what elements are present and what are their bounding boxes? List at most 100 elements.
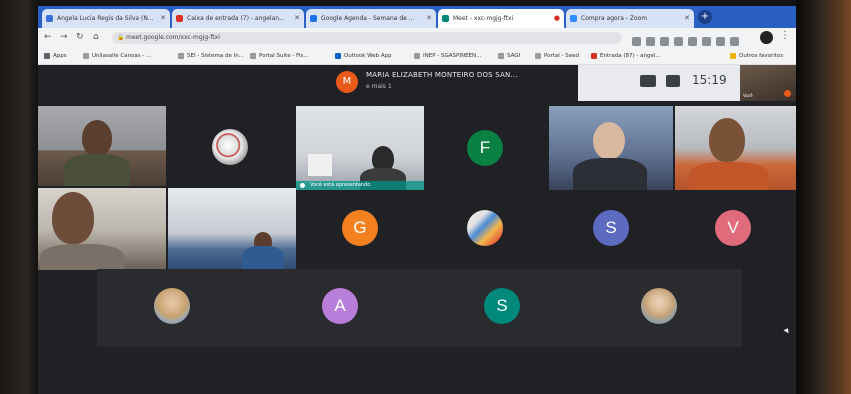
close-icon[interactable]: ✕ [294, 9, 300, 28]
apps-icon [44, 52, 50, 59]
bookmark-item[interactable]: INEP - SGASPINEEN... [414, 51, 481, 61]
close-icon[interactable]: ✕ [426, 9, 432, 28]
participant-video-tile[interactable] [38, 188, 166, 270]
participant-video-tile[interactable] [168, 188, 296, 270]
bookmark-item[interactable]: Outlook Web App [335, 51, 392, 61]
notification-badge [784, 90, 791, 97]
tab-gmail[interactable]: Caixa de entrada (7) - angelan... ✕ [172, 9, 304, 28]
bookmarks-bar: Apps Unilasalle Canoas - ... SEI - Siste… [38, 48, 796, 65]
participant-photo-avatar [467, 210, 503, 246]
tab-zoom[interactable]: Compra agora - Zoom ✕ [566, 9, 694, 28]
close-icon[interactable]: ✕ [684, 9, 690, 28]
new-tab-button[interactable]: + [698, 10, 712, 24]
tab-meet[interactable]: Meet ‑ xxc‑mgjg‑ftxi ● [438, 9, 564, 28]
meet-call-area: M MARIA ELIZABETH MONTEIRO DOS SAN... e … [38, 65, 796, 394]
address-bar[interactable]: 🔒 meet.google.com/xxc-mgjg-ftxi [112, 32, 622, 44]
participant-video-tile[interactable]: Você está apresentando [296, 106, 424, 190]
participant-avatar: S [484, 288, 520, 324]
bookmark-item[interactable]: Unilasalle Canoas - ... [83, 51, 151, 61]
reload-icon[interactable]: ↻ [76, 32, 84, 42]
participant-avatar: S [593, 210, 629, 246]
bookmark-icon [498, 52, 504, 59]
meeting-clock: 15:19 [692, 73, 727, 87]
monitor-bezel-left [0, 0, 38, 394]
monitor-bezel-right [796, 0, 851, 394]
participant-avatar: G [342, 210, 378, 246]
outlook-icon [335, 52, 341, 59]
address-bar-url: meet.google.com/xxc-mgjg-ftxi [126, 34, 220, 41]
bookmark-item[interactable]: Entrada (87) - angel... [591, 51, 661, 61]
bookmark-icon [178, 52, 184, 59]
star-icon[interactable] [646, 37, 655, 46]
camera-icon[interactable] [632, 37, 641, 46]
meet-favicon-icon [442, 15, 449, 22]
participant-face [709, 118, 745, 162]
tab-profile[interactable]: Angela Lucia Regis da Silva (N... ✕ [42, 9, 170, 28]
bookmark-folder[interactable]: Outros favoritos [730, 51, 783, 61]
participant-body [64, 154, 130, 186]
presenter-avatar: M [336, 71, 358, 93]
participant-video-tile[interactable] [38, 106, 166, 186]
participant-photo-avatar [212, 129, 248, 165]
extension-icon[interactable] [702, 37, 711, 46]
participant-body [573, 158, 647, 190]
gmail-icon [591, 52, 597, 59]
tab-calendar[interactable]: Google Agenda - Semana de ... ✕ [306, 9, 436, 28]
calendar-favicon-icon [310, 15, 317, 22]
participant-face [52, 192, 94, 244]
bookmark-item[interactable]: SAGI [498, 51, 520, 61]
back-icon[interactable]: ← [44, 32, 52, 42]
bookmark-item[interactable]: SEI - Sistema de In... [178, 51, 244, 61]
participant-avatar: F [467, 130, 503, 166]
self-view-label: Você [743, 93, 753, 98]
forward-icon[interactable]: → [60, 32, 68, 42]
more-menu-icon[interactable]: ⋮ [780, 30, 790, 41]
bookmark-icon [535, 52, 541, 59]
recording-dot-icon: ● [553, 14, 560, 22]
puzzle-icon[interactable] [730, 37, 739, 46]
bookmark-icon [83, 52, 89, 59]
participant-photo-avatar [641, 288, 677, 324]
self-view: Você [740, 65, 796, 101]
browser-toolbar: ← → ↻ ⌂ 🔒 meet.google.com/xxc-mgjg-ftxi … [38, 28, 796, 48]
home-icon[interactable]: ⌂ [93, 32, 99, 42]
browser-tab-strip: Angela Lucia Regis da Silva (N... ✕ Caixa… [38, 6, 796, 28]
bookmark-icon [414, 52, 420, 59]
chat-icon[interactable] [666, 75, 680, 87]
tab-label: Caixa de entrada (7) - angelan... [187, 15, 285, 22]
participant-video-tile[interactable] [549, 106, 673, 190]
monitor-screen: Angela Lucia Regis da Silva (N... ✕ Caixa… [38, 6, 796, 394]
bookmark-apps[interactable]: Apps [44, 51, 67, 61]
participant-face [593, 122, 625, 160]
extension-icon[interactable] [674, 37, 683, 46]
gmail-favicon-icon [176, 15, 183, 22]
participant-avatar: V [715, 210, 751, 246]
participant-body [689, 162, 769, 190]
bookmark-item[interactable]: Portal - Seed [535, 51, 579, 61]
mic-icon [300, 183, 305, 188]
meet-top-controls: 15:19 Você [578, 65, 796, 101]
tab-label: Angela Lucia Regis da Silva (N... [57, 15, 154, 22]
close-icon[interactable]: ✕ [160, 9, 166, 28]
bookmark-item[interactable]: Portal Suite - Fis... [250, 51, 308, 61]
participant-name-tag: Você está apresentando [296, 181, 424, 190]
participant-photo-avatar [154, 288, 190, 324]
participant-avatar: A [322, 288, 358, 324]
extension-icon[interactable] [716, 37, 725, 46]
tab-label: Meet ‑ xxc‑mgjg‑ftxi [453, 15, 514, 22]
participant-body [242, 246, 284, 270]
bookmark-icon [250, 52, 256, 59]
profile-favicon-icon [46, 15, 53, 22]
zoom-favicon-icon [570, 15, 577, 22]
participant-face [82, 120, 112, 156]
extension-icon[interactable] [688, 37, 697, 46]
tab-label: Google Agenda - Semana de ... [321, 15, 415, 22]
participants-icon[interactable] [640, 75, 656, 87]
profile-avatar[interactable] [760, 31, 773, 44]
extension-icon[interactable] [660, 37, 669, 46]
lock-icon: 🔒 [117, 34, 125, 41]
tab-label: Compra agora - Zoom [581, 15, 648, 22]
presenter-more: e mais 1 [366, 83, 392, 90]
monitor-prop [308, 154, 332, 176]
participant-video-tile[interactable] [675, 106, 796, 190]
